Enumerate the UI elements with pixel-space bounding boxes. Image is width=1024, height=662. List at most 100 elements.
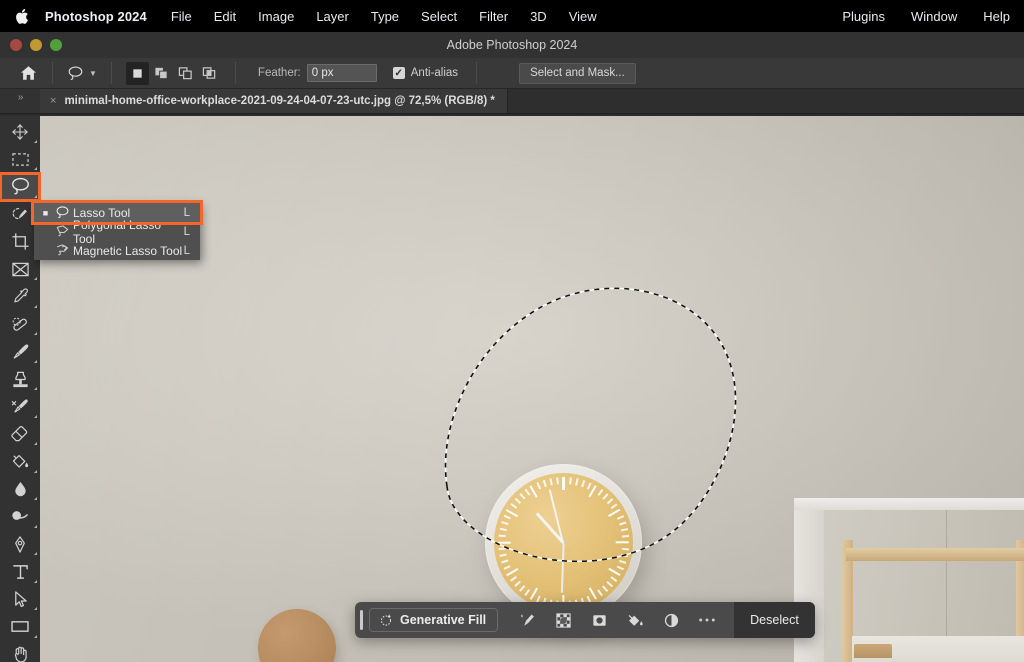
tool-corner-marker <box>34 305 37 308</box>
minimize-window-button[interactable] <box>30 39 42 51</box>
clock-hands <box>494 473 633 612</box>
select-subject-icon[interactable] <box>510 605 544 635</box>
tool-dodge[interactable] <box>0 503 40 531</box>
menu-filter[interactable]: Filter <box>479 9 508 24</box>
chevron-down-icon[interactable]: ▼ <box>89 69 97 78</box>
tool-corner-marker <box>34 525 37 528</box>
tool-corner-marker <box>34 387 37 390</box>
feather-label: Feather: <box>258 67 301 79</box>
options-divider-4 <box>476 62 477 84</box>
clock-second-hand <box>561 542 564 592</box>
flyout-item-polygonal-lasso-tool[interactable]: Polygonal Lasso Tool L <box>34 222 200 241</box>
lasso-tool-icon <box>67 65 84 82</box>
contextual-task-bar: Generative Fill <box>355 602 815 638</box>
tool-path-selection[interactable] <box>0 586 40 614</box>
window-title-bar: Adobe Photoshop 2024 <box>0 32 1024 58</box>
intersect-with-selection-button[interactable] <box>198 62 221 85</box>
tool-paint-bucket[interactable] <box>0 448 40 476</box>
menu-window[interactable]: Window <box>911 9 957 24</box>
tool-blur[interactable] <box>0 476 40 504</box>
feather-input[interactable]: 0 px <box>307 64 377 82</box>
drag-handle-icon[interactable] <box>355 602 367 638</box>
zoom-window-button[interactable] <box>50 39 62 51</box>
tool-eraser[interactable] <box>0 421 40 449</box>
active-tool-preset[interactable]: ▼ <box>61 65 103 82</box>
polygonal-lasso-tool-icon <box>51 224 73 239</box>
tool-corner-marker <box>34 415 37 418</box>
shelf-board <box>846 548 1024 561</box>
magnetic-lasso-tool-icon <box>51 243 73 258</box>
double-chevron-right-icon[interactable]: » <box>0 89 40 113</box>
lasso-tool-flyout-menu: ■ Lasso Tool L <box>34 203 200 260</box>
tool-corner-marker <box>34 277 37 280</box>
layer-mask-icon[interactable] <box>582 605 616 635</box>
menu-type[interactable]: Type <box>371 9 399 24</box>
canvas-area[interactable] <box>40 116 1024 662</box>
tool-brush[interactable] <box>0 338 40 366</box>
close-icon[interactable]: × <box>50 95 56 107</box>
tool-history-brush[interactable] <box>0 393 40 421</box>
anti-alias-label: Anti-alias <box>411 67 458 79</box>
shelf-white-top-edge <box>794 498 1024 510</box>
options-bar: ▼ Feather: 0 px ✓ Anti <box>0 58 1024 89</box>
home-icon[interactable] <box>12 65 44 81</box>
tool-corner-marker <box>34 607 37 610</box>
more-options-icon[interactable] <box>690 605 724 635</box>
tool-rectangular-marquee[interactable] <box>0 146 40 174</box>
add-to-selection-button[interactable] <box>150 62 173 85</box>
tool-spot-healing-brush[interactable] <box>0 311 40 339</box>
lasso-tool-icon <box>51 205 73 220</box>
menu-layer[interactable]: Layer <box>316 9 349 24</box>
photoshop-screenshot: Photoshop 2024 File Edit Image Layer Typ… <box>0 0 1024 662</box>
menu-help[interactable]: Help <box>983 9 1010 24</box>
menu-select[interactable]: Select <box>421 9 457 24</box>
select-and-mask-icon[interactable] <box>546 605 580 635</box>
options-divider-2 <box>111 62 112 84</box>
fill-selection-icon[interactable] <box>618 605 652 635</box>
menu-3d[interactable]: 3D <box>530 9 547 24</box>
tool-pen[interactable] <box>0 531 40 559</box>
tool-hand[interactable] <box>0 641 40 662</box>
document-tab[interactable]: × minimal-home-office-workplace-2021-09-… <box>40 89 508 113</box>
select-and-mask-button[interactable]: Select and Mask... <box>519 63 636 84</box>
flyout-item-magnetic-lasso-tool[interactable]: Magnetic Lasso Tool L <box>34 241 200 260</box>
menu-edit[interactable]: Edit <box>214 9 236 24</box>
window-title: Adobe Photoshop 2024 <box>0 38 1024 52</box>
tool-corner-marker <box>34 167 37 170</box>
tool-corner-marker <box>34 497 37 500</box>
tool-corner-marker <box>34 635 37 638</box>
tool-clone-stamp[interactable] <box>0 366 40 394</box>
menu-view[interactable]: View <box>569 9 597 24</box>
new-selection-button[interactable] <box>126 62 149 85</box>
tool-rectangle[interactable] <box>0 613 40 641</box>
wall-clock <box>485 464 642 621</box>
apple-logo-icon[interactable] <box>14 7 29 25</box>
anti-alias-checkbox[interactable]: ✓ <box>393 67 405 79</box>
document-image <box>40 116 1024 662</box>
sparkle-circle-icon <box>379 613 393 627</box>
document-tab-bar: » × minimal-home-office-workplace-2021-0… <box>0 89 1024 114</box>
tool-horizontal-type[interactable] <box>0 558 40 586</box>
menu-app-name[interactable]: Photoshop 2024 <box>45 9 147 24</box>
tool-corner-marker <box>34 140 37 143</box>
close-window-button[interactable] <box>10 39 22 51</box>
generative-fill-button[interactable]: Generative Fill <box>369 608 498 632</box>
wooden-shelf <box>794 482 1024 662</box>
flyout-shortcut-magnetic-lasso-tool: L <box>184 245 200 257</box>
tool-corner-marker <box>34 332 37 335</box>
adjustment-layer-icon[interactable] <box>654 605 688 635</box>
menu-image[interactable]: Image <box>258 9 294 24</box>
subtract-from-selection-button[interactable] <box>174 62 197 85</box>
menu-file[interactable]: File <box>171 9 192 24</box>
tool-move[interactable] <box>0 118 40 146</box>
menu-plugins[interactable]: Plugins <box>842 9 885 24</box>
flyout-shortcut-lasso-tool: L <box>184 207 200 219</box>
tool-lasso[interactable] <box>0 173 40 201</box>
tool-eyedropper[interactable] <box>0 283 40 311</box>
document-tab-title: minimal-home-office-workplace-2021-09-24… <box>64 95 494 107</box>
tool-corner-marker <box>34 442 37 445</box>
tool-corner-marker <box>34 580 37 583</box>
contextual-icon-group <box>510 605 724 635</box>
deselect-button[interactable]: Deselect <box>734 602 815 638</box>
tool-corner-marker <box>34 470 37 473</box>
